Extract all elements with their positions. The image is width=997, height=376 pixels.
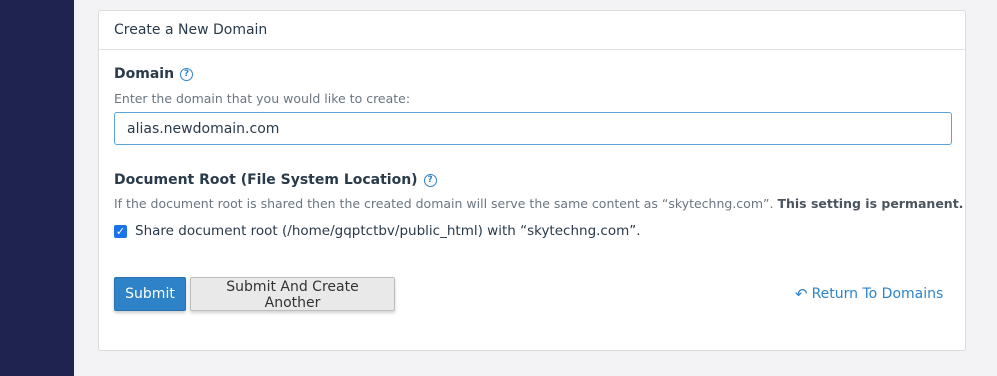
undo-arrow-icon: ↶ <box>795 285 808 303</box>
docroot-hint: If the document root is shared then the … <box>114 196 963 211</box>
domain-label-row: Domain ? <box>114 66 194 82</box>
submit-and-create-another-button[interactable]: Submit And Create Another <box>190 277 395 311</box>
docroot-label: Document Root (File System Location) <box>114 172 418 188</box>
domain-label: Domain <box>114 66 175 82</box>
sidebar <box>0 0 74 376</box>
return-to-domains-label: Return To Domains <box>811 286 944 302</box>
domain-input[interactable] <box>114 112 952 145</box>
question-circle-icon[interactable]: ? <box>180 67 194 81</box>
docroot-hint-text: If the document root is shared then the … <box>114 196 774 211</box>
submit-button[interactable]: Submit <box>114 277 186 311</box>
create-domain-panel: Create a New Domain Domain ? Enter the d… <box>98 10 966 351</box>
question-circle-icon[interactable]: ? <box>423 173 437 187</box>
panel-title: Create a New Domain <box>99 11 965 50</box>
share-docroot-row: ✓ Share document root (/home/gqptctbv/pu… <box>114 223 641 239</box>
return-to-domains-link[interactable]: ↶ Return To Domains <box>795 285 943 303</box>
docroot-permanent-note: This setting is permanent. <box>777 196 964 211</box>
domain-hint: Enter the domain that you would like to … <box>114 91 411 106</box>
docroot-label-row: Document Root (File System Location) ? <box>114 172 437 188</box>
share-docroot-label[interactable]: Share document root (/home/gqptctbv/publ… <box>135 223 641 239</box>
share-docroot-checkbox[interactable]: ✓ <box>114 224 127 238</box>
